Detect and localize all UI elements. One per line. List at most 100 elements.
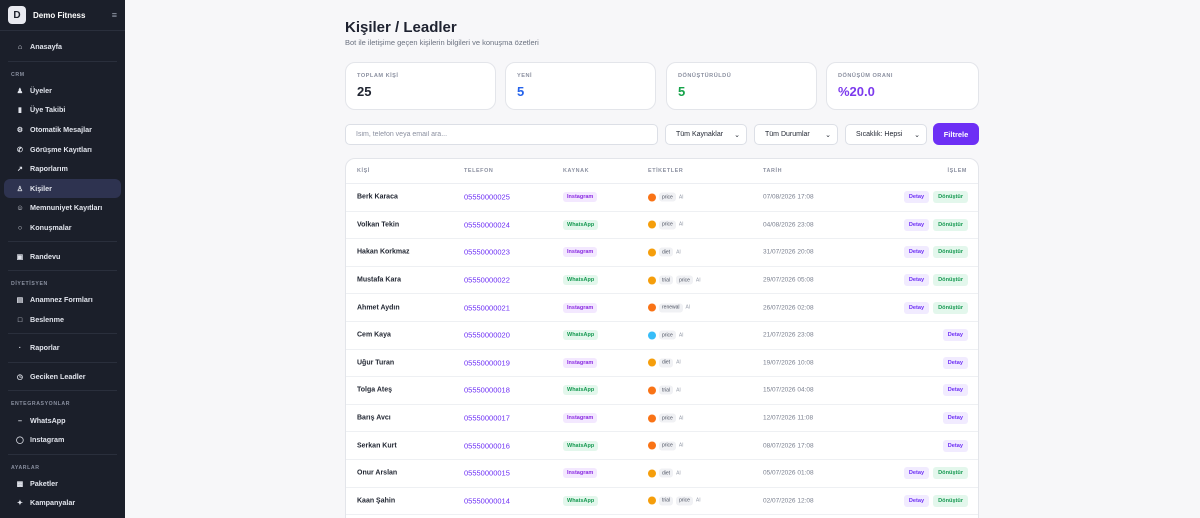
tag-badge: trial (659, 385, 674, 395)
tags-cell: trial price AI (648, 496, 701, 506)
tags-cell: price AI (648, 441, 684, 451)
source-badge: Instagram (563, 413, 598, 424)
detail-button[interactable]: Detay (942, 412, 968, 425)
bar-chart-icon: ▮ (18, 105, 22, 115)
menu-toggle-icon[interactable]: ≡ (112, 10, 117, 20)
convert-button[interactable]: Dönüştür (933, 301, 968, 314)
temperature-select-value: Sıcaklık: Hepsi (856, 131, 903, 138)
message-icon: □ (17, 314, 23, 324)
section-ayarlar: AYARLAR (11, 464, 40, 471)
table-row: Ahmet Aydın 05550000021 Instagram renewa… (346, 294, 978, 322)
temperature-select[interactable]: Sıcaklık: Hepsi ⌄ (845, 124, 927, 145)
calendar-icon: ▣ (16, 251, 24, 261)
convert-button[interactable]: Dönüştür (933, 274, 968, 287)
lead-phone-link[interactable]: 05550000024 (464, 220, 510, 229)
lead-name: Kaan Şahin (357, 497, 396, 505)
table-body: Berk Karaca 05550000025 Instagram price … (346, 184, 978, 516)
detail-button[interactable]: Detay (903, 274, 930, 287)
filter-button[interactable]: Filtrele (933, 123, 979, 145)
phone-icon: ✆ (16, 144, 24, 154)
sidebar-item-memnuniyet-kayıtları[interactable]: ☺ Memnuniyet Kayıtları (4, 198, 121, 218)
sidebar-item-kişiler[interactable]: ♙ Kişiler (4, 178, 121, 199)
sidebar-item-label: Otomatik Mesajlar (30, 125, 92, 135)
convert-button[interactable]: Dönüştür (933, 494, 968, 507)
lead-phone-link[interactable]: 05550000019 (464, 358, 510, 367)
sidebar-item-instagram[interactable]: ◯ Instagram (4, 430, 121, 450)
lead-phone-link[interactable]: 05550000014 (464, 496, 510, 505)
lead-name: Berk Karaca (357, 193, 398, 201)
detail-button[interactable]: Detay (903, 494, 930, 507)
ai-label: AI (678, 194, 684, 201)
lead-phone-link[interactable]: 05550000015 (464, 469, 510, 478)
actions-cell: Detay (942, 412, 968, 425)
app-logo: D (8, 6, 26, 24)
detail-button[interactable]: Detay (903, 301, 930, 314)
sidebar-item-üye-takibi[interactable]: ▮ Üye Takibi (4, 100, 121, 120)
sidebar-item-anamnez-formları[interactable]: ▤ Anamnez Formları (4, 290, 121, 310)
lead-phone-link[interactable]: 05550000020 (464, 331, 510, 340)
sidebar-item-konuşmalar[interactable]: ○ Konuşmalar (4, 218, 121, 238)
convert-button[interactable]: Dönüştür (933, 218, 968, 231)
stat-value: 5 (678, 84, 686, 99)
sidebar-item-label: Raporlar (30, 343, 60, 353)
tag-badge: price (676, 496, 693, 506)
page-subtitle: Bot ile iletişime geçen kişilerin bilgil… (345, 38, 539, 47)
stat-card-new: YENİ 5 (505, 62, 656, 110)
tag-badge: price (676, 275, 693, 285)
ai-label: AI (676, 249, 681, 256)
sidebar-item-raporlar[interactable]: · Raporlar (4, 338, 121, 358)
detail-button[interactable]: Detay (903, 246, 930, 259)
lead-date: 19/07/2026 10:08 (763, 359, 814, 367)
detail-button[interactable]: Detay (903, 467, 930, 480)
sidebar-item-label: Üyeler (30, 85, 52, 95)
lead-phone-link[interactable]: 05550000021 (464, 303, 510, 312)
sidebar-item-görüşme-kayıtları[interactable]: ✆ Görüşme Kayıtları (4, 139, 121, 159)
chevron-down-icon: ⌄ (914, 131, 920, 139)
convert-button[interactable]: Dönüştür (933, 191, 968, 204)
source-badge: WhatsApp (563, 275, 599, 286)
detail-button[interactable]: Detay (942, 384, 968, 397)
lead-phone-link[interactable]: 05550000016 (464, 441, 510, 450)
actions-cell: Detay (942, 384, 968, 397)
sidebar-item-otomatik-mesajlar[interactable]: ⚙ Otomatik Mesajlar (4, 120, 121, 140)
sidebar-item-whatsapp[interactable]: – WhatsApp (4, 410, 121, 430)
source-badge: WhatsApp (563, 495, 599, 506)
actions-cell: Detay Dönüştür (903, 246, 968, 259)
detail-button[interactable]: Detay (942, 439, 968, 452)
lead-phone-link[interactable]: 05550000018 (464, 386, 510, 395)
convert-button[interactable]: Dönüştür (933, 467, 968, 480)
convert-button[interactable]: Dönüştür (933, 246, 968, 259)
lead-name: Ahmet Aydın (357, 304, 400, 312)
sidebar-item-raporlarım[interactable]: ↗ Raporlarım (4, 159, 121, 179)
temperature-icon (648, 469, 656, 478)
sidebar-item-paketler[interactable]: ▩ Paketler (4, 474, 121, 494)
lead-phone-link[interactable]: 05550000025 (464, 193, 510, 202)
lead-date: 05/07/2026 01:08 (763, 469, 814, 477)
detail-button[interactable]: Detay (942, 356, 968, 369)
stat-label: YENİ (517, 73, 533, 79)
col-header-tags: ETİKETLER (648, 168, 684, 174)
detail-button[interactable]: Detay (903, 191, 930, 204)
sidebar-item-beslenme[interactable]: □ Beslenme (4, 310, 121, 330)
detail-button[interactable]: Detay (903, 218, 930, 231)
search-input[interactable] (345, 124, 658, 145)
sidebar-item-geciken-leadler[interactable]: ◷ Geciken Leadler (4, 367, 121, 387)
detail-button[interactable]: Detay (942, 329, 968, 342)
sidebar-item-kampanyalar[interactable]: ✦ Kampanyalar (4, 493, 121, 513)
lead-phone-link[interactable]: 05550000022 (464, 276, 510, 285)
actions-cell: Detay Dönüştür (903, 301, 968, 314)
sidebar-item-anasayfa[interactable]: ⌂ Anasayfa (4, 37, 121, 57)
sidebar-divider (8, 60, 117, 62)
temperature-icon (648, 358, 656, 367)
chevron-down-icon: ⌄ (825, 131, 831, 139)
temperature-icon (648, 496, 656, 505)
lead-name: Hakan Korkmaz (357, 248, 410, 256)
status-select[interactable]: Tüm Durumlar ⌄ (754, 124, 838, 145)
sidebar-item-randevu[interactable]: ▣ Randevu (4, 246, 121, 266)
section-entegrasyonlar: ENTEGRASYONLAR (11, 401, 71, 408)
source-select[interactable]: Tüm Kaynaklar ⌄ (665, 124, 747, 145)
lead-phone-link[interactable]: 05550000023 (464, 248, 510, 257)
sidebar-item-üyeler[interactable]: ♟ Üyeler (4, 81, 121, 101)
lead-phone-link[interactable]: 05550000017 (464, 414, 510, 423)
sidebar-item-label: Memnuniyet Kayıtları (30, 203, 103, 213)
